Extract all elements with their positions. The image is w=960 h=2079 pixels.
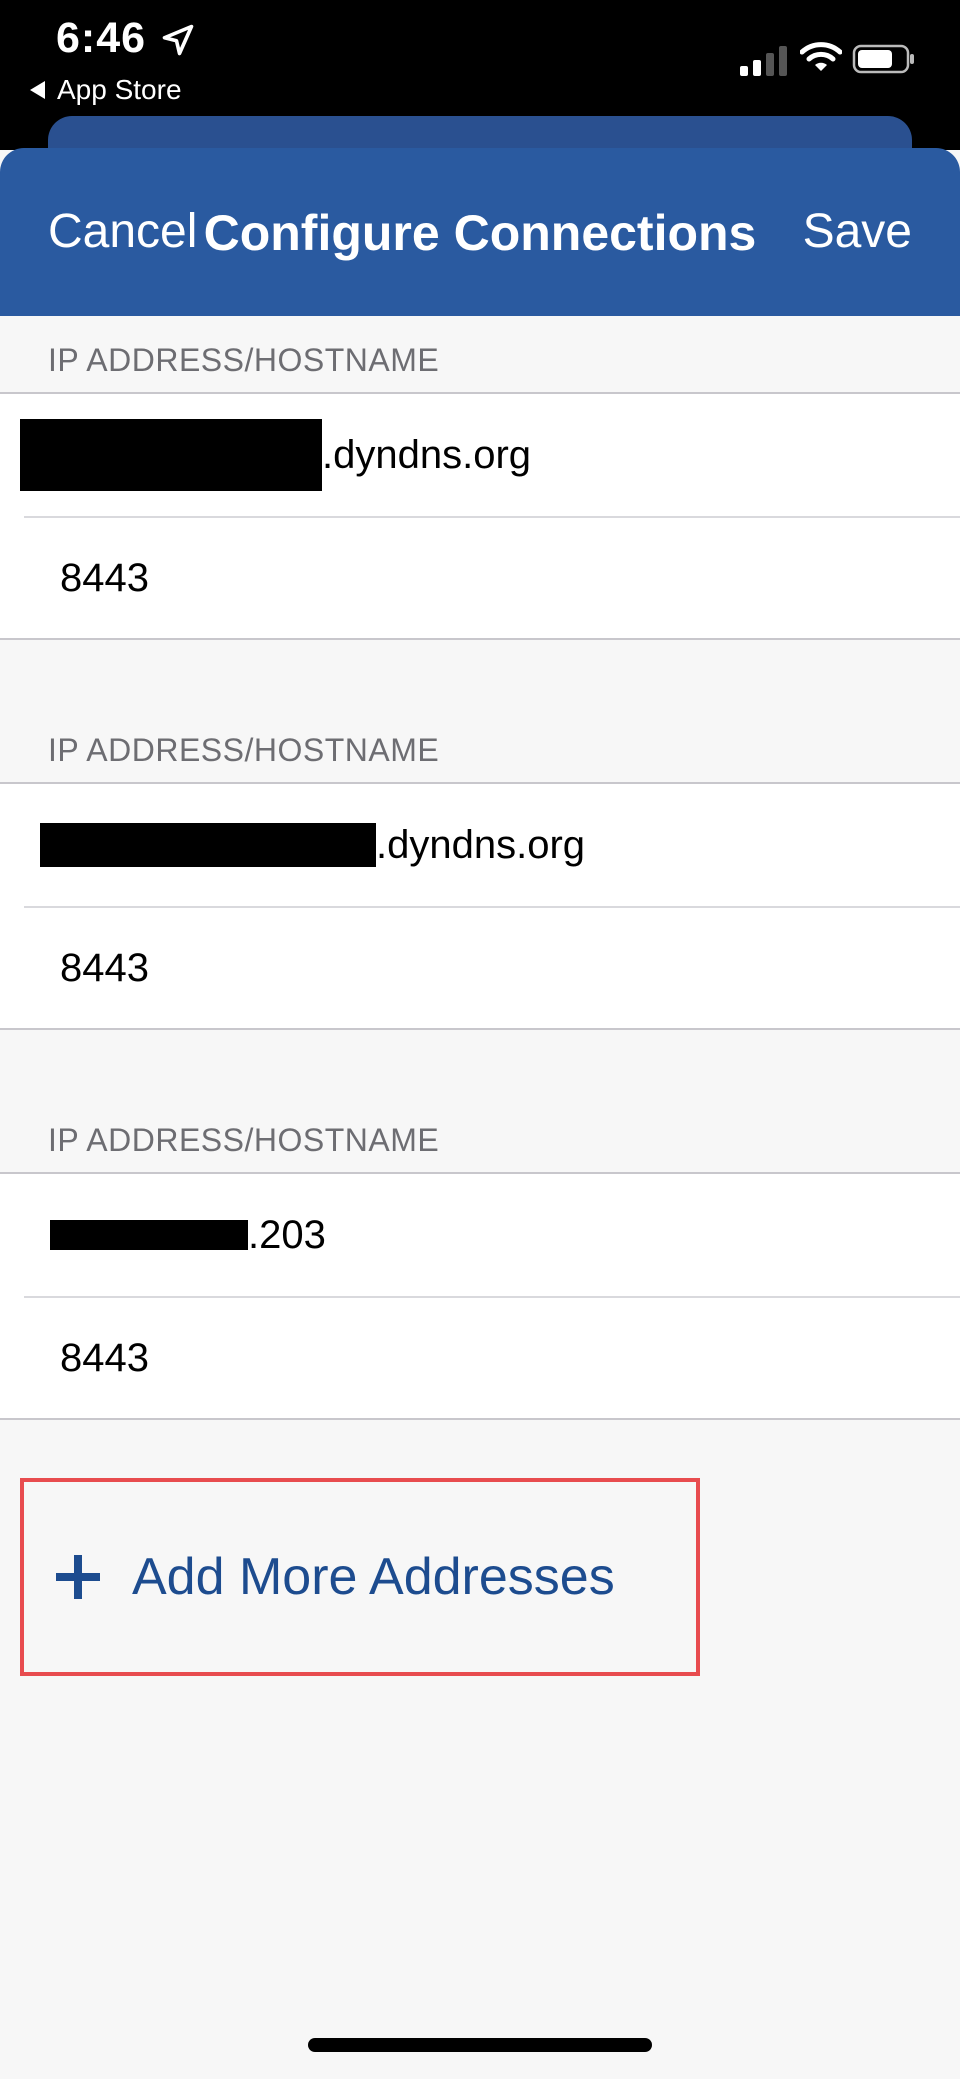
connection-section-2: IP ADDRESS/HOSTNAME .dyndns.org 8443 xyxy=(0,706,960,1030)
hostname-value: .203 xyxy=(248,1212,326,1257)
hostname-value: .dyndns.org xyxy=(376,822,586,867)
navigation-bar: Cancel Configure Connections Save xyxy=(0,148,960,316)
section-header: IP ADDRESS/HOSTNAME xyxy=(48,342,440,378)
hostname-field[interactable]: .203 xyxy=(0,1174,960,1296)
port-field[interactable]: 8443 xyxy=(24,906,960,1028)
connection-group: .203 8443 xyxy=(0,1172,960,1420)
save-button[interactable]: Save xyxy=(803,204,912,259)
hostname-field[interactable]: .dyndns.org xyxy=(0,784,960,906)
add-more-label: Add More Addresses xyxy=(132,1548,615,1606)
plus-icon xyxy=(56,1555,100,1599)
hostname-field[interactable]: .dyndns.org xyxy=(0,394,960,516)
redacted-block xyxy=(50,1220,248,1250)
port-value: 8443 xyxy=(60,555,149,600)
home-indicator[interactable] xyxy=(308,2038,652,2052)
redacted-block xyxy=(20,419,322,491)
connection-section-1: IP ADDRESS/HOSTNAME .dyndns.org 8443 xyxy=(0,316,960,640)
back-app-label: App Store xyxy=(57,74,182,105)
battery-icon xyxy=(852,44,914,74)
back-to-app-store[interactable]: App Store xyxy=(30,74,182,106)
location-arrow-icon xyxy=(162,24,194,56)
hostname-value: .dyndns.org xyxy=(322,432,532,477)
redacted-block xyxy=(40,823,376,867)
add-more-addresses-button[interactable]: Add More Addresses xyxy=(20,1478,700,1676)
section-header: IP ADDRESS/HOSTNAME xyxy=(48,732,440,768)
status-time: 6:46 xyxy=(56,14,147,62)
port-field[interactable]: 8443 xyxy=(24,516,960,638)
port-field[interactable]: 8443 xyxy=(24,1296,960,1418)
connection-group: .dyndns.org 8443 xyxy=(0,392,960,640)
wifi-icon xyxy=(800,42,842,71)
back-triangle-icon xyxy=(30,81,45,99)
connection-section-3: IP ADDRESS/HOSTNAME .203 8443 xyxy=(0,1096,960,1420)
section-header: IP ADDRESS/HOSTNAME xyxy=(48,1122,440,1158)
screen: 6:46 App Store Cancel Configure Connecti… xyxy=(0,0,960,2079)
connection-group: .dyndns.org 8443 xyxy=(0,782,960,1030)
port-value: 8443 xyxy=(60,1335,149,1380)
port-value: 8443 xyxy=(60,945,149,990)
cellular-signal-icon xyxy=(740,46,787,76)
